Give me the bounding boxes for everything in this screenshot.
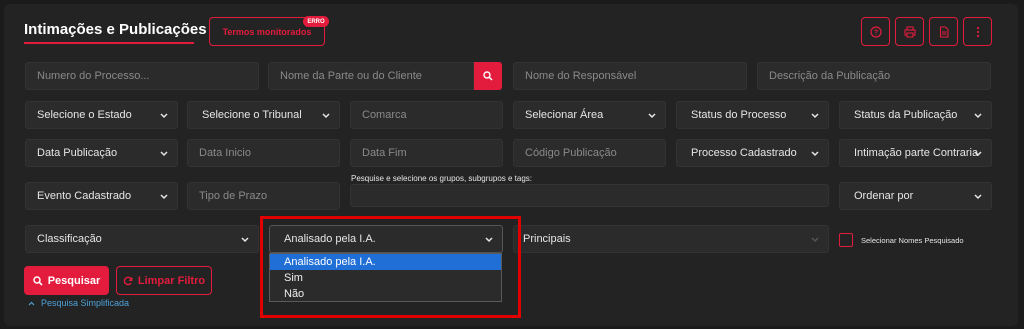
pesquisa-simplificada-link[interactable]: Pesquisa Simplificada	[28, 298, 129, 308]
chevron-down-icon	[160, 194, 168, 200]
data-fim-input[interactable]: Data Fim	[350, 139, 503, 167]
search-button[interactable]	[474, 62, 502, 90]
document-icon	[939, 25, 949, 38]
status-publicacao-select[interactable]: Status da Publicação	[839, 101, 992, 129]
ordenar-select[interactable]: Ordenar por	[839, 182, 992, 210]
processo-input[interactable]: Numero do Processo...	[25, 62, 259, 90]
chevron-down-icon	[811, 237, 819, 243]
parte-cliente-input[interactable]: Nome da Parte ou do Cliente	[268, 62, 474, 90]
grupos-hint-label: Pesquise e selecione os grupos, subgrupo…	[351, 174, 533, 183]
principais-select[interactable]: Principais	[513, 225, 829, 253]
status-processo-select[interactable]: Status do Processo	[676, 101, 829, 129]
svg-text:?: ?	[873, 29, 877, 36]
chevron-down-icon	[241, 237, 249, 243]
area-select[interactable]: Selecionar Área	[513, 101, 666, 129]
chevron-down-icon	[974, 151, 982, 157]
responsavel-input[interactable]: Nome do Responsável	[513, 62, 747, 90]
evento-select[interactable]: Evento Cadastrado	[25, 182, 178, 210]
chevron-down-icon	[811, 151, 819, 157]
pesquisar-button[interactable]: Pesquisar	[24, 266, 109, 295]
document-button[interactable]	[929, 17, 958, 46]
comarca-input[interactable]: Comarca	[350, 101, 503, 129]
codigo-publicacao-input[interactable]: Código Publicação	[513, 139, 666, 167]
search-icon	[32, 275, 43, 286]
print-icon	[903, 25, 916, 38]
data-inicio-input[interactable]: Data Inicio	[187, 139, 340, 167]
grupos-tags-input[interactable]	[350, 184, 829, 207]
data-publicacao-select[interactable]: Data Publicação	[25, 139, 178, 167]
processo-cadastrado-select[interactable]: Processo Cadastrado	[676, 139, 829, 167]
page-title: Intimações e Publicações	[24, 21, 207, 38]
search-icon	[483, 71, 493, 81]
intimacao-select[interactable]: Intimação parte Contraria	[839, 139, 992, 167]
more-options-button[interactable]	[963, 17, 992, 46]
title-underline	[24, 42, 194, 44]
highlight-box	[260, 216, 521, 318]
chevron-down-icon	[974, 113, 982, 119]
chevron-down-icon	[160, 113, 168, 119]
chevron-down-icon	[160, 151, 168, 157]
chevron-up-icon	[28, 301, 35, 305]
chevron-down-icon	[648, 113, 656, 119]
selecionar-nomes-label: Selecionar Nomes Pesquisado	[861, 236, 964, 245]
help-icon: ?	[869, 25, 882, 38]
descricao-input[interactable]: Descrição da Publicação	[757, 62, 991, 90]
error-badge: ERRO	[303, 16, 329, 27]
tribunal-select[interactable]: Selecione o Tribunal	[187, 101, 340, 129]
selecionar-nomes-checkbox[interactable]	[839, 233, 853, 247]
tipo-prazo-input[interactable]: Tipo de Prazo	[187, 182, 340, 210]
refresh-icon	[123, 276, 133, 285]
limpar-filtro-button[interactable]: Limpar Filtro	[116, 266, 212, 295]
classificacao-select[interactable]: Classificação	[25, 225, 259, 253]
chevron-down-icon	[974, 194, 982, 200]
chevron-down-icon	[322, 113, 330, 119]
help-button[interactable]: ?	[861, 17, 890, 46]
more-icon	[976, 26, 979, 37]
chevron-down-icon	[811, 113, 819, 119]
estado-select[interactable]: Selecione o Estado	[25, 101, 178, 129]
print-button[interactable]	[895, 17, 924, 46]
